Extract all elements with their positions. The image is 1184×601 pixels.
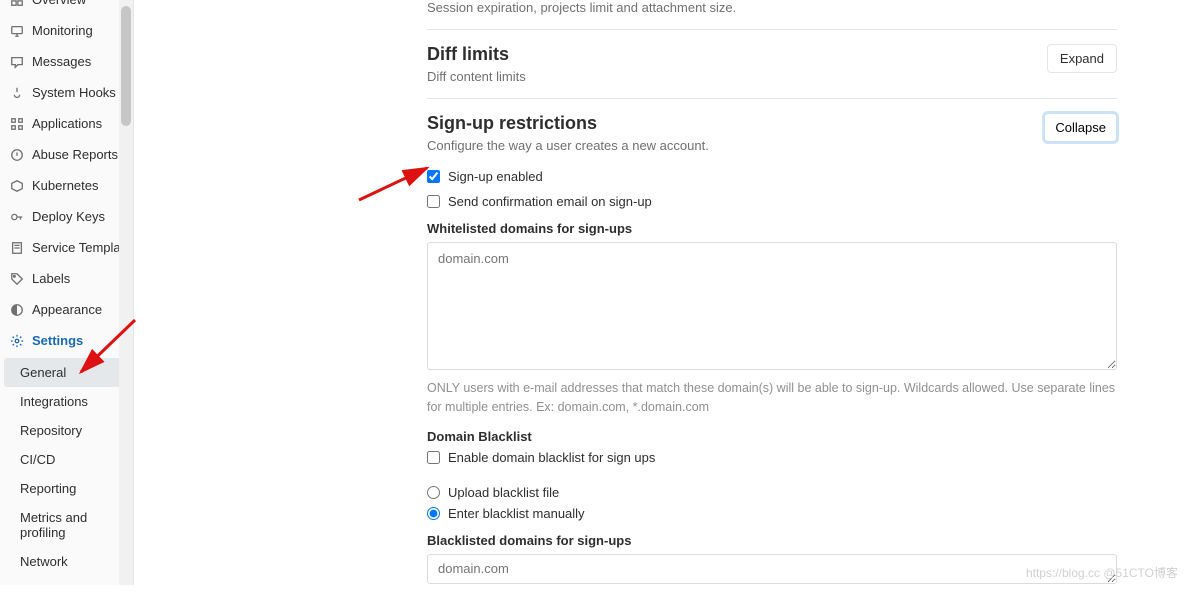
sidebar-item-label: Deploy Keys [32,209,105,224]
blacklist-enable-label: Enable domain blacklist for sign ups [448,450,655,465]
sidebar-scrollbar[interactable] [119,0,133,585]
admin-sidebar: Overview Monitoring Messages System Hook… [0,0,134,585]
whitelist-help: ONLY users with e-mail addresses that ma… [427,379,1117,417]
sidebar-item-label: Messages [32,54,91,69]
kubernetes-icon [10,179,24,193]
watermark: https://blog.cc @51CTO博客 [1026,564,1178,581]
sub-item-integrations[interactable]: Integrations [0,387,133,416]
sub-item-preferences[interactable]: Preferences [0,576,133,585]
hooks-icon [10,86,24,100]
sub-item-cicd[interactable]: CI/CD [0,445,133,474]
apps-icon [10,117,24,131]
sidebar-item-label: Applications [32,116,102,131]
sub-item-repository[interactable]: Repository [0,416,133,445]
sidebar-item-label: Abuse Reports [32,147,118,162]
signup-restrictions-section: Sign-up restrictions Configure the way a… [427,98,1117,601]
gear-icon [10,334,24,348]
sidebar-item-label: Settings [32,333,83,348]
template-icon [10,241,24,255]
signup-desc: Configure the way a user creates a new a… [427,138,1117,153]
appearance-icon [10,303,24,317]
sidebar-item-system-hooks[interactable]: System Hooks [0,77,133,108]
sidebar-item-label: Kubernetes [32,178,99,193]
confirmation-email-label: Send confirmation email on sign-up [448,194,652,209]
whitelist-label: Whitelisted domains for sign-ups [427,221,1117,236]
sidebar-item-abuse-reports[interactable]: Abuse Reports 0 [0,139,133,170]
sidebar-item-service-templates[interactable]: Service Templates [0,232,133,263]
sidebar-item-deploy-keys[interactable]: Deploy Keys [0,201,133,232]
manual-blacklist-label: Enter blacklist manually [448,506,585,521]
sidebar-item-label: Labels [32,271,70,286]
diff-limits-desc: Diff content limits [427,69,1117,84]
diff-limits-title: Diff limits [427,44,1117,65]
blacklist-label: Domain Blacklist [427,429,1117,444]
key-icon [10,210,24,224]
scroll-thumb[interactable] [121,6,131,126]
sidebar-item-settings[interactable]: Settings [0,325,133,356]
main-content: Session expiration, projects limit and a… [134,0,1184,585]
sidebar-item-label: System Hooks [32,85,116,100]
sidebar-item-monitoring[interactable]: Monitoring [0,15,133,46]
sidebar-item-kubernetes[interactable]: Kubernetes [0,170,133,201]
whitelist-textarea[interactable] [427,242,1117,370]
sidebar-item-label: Overview [32,0,86,7]
sub-item-metrics[interactable]: Metrics and profiling [0,503,133,547]
sidebar-item-applications[interactable]: Applications [0,108,133,139]
sub-item-general[interactable]: General [4,358,129,387]
manual-blacklist-radio[interactable] [427,507,440,520]
signup-enabled-checkbox[interactable] [427,170,440,183]
sub-item-network[interactable]: Network [0,547,133,576]
upload-blacklist-label: Upload blacklist file [448,485,559,500]
sidebar-item-label: Appearance [32,302,102,317]
blacklist-domains-label: Blacklisted domains for sign-ups [427,533,1117,548]
sub-item-reporting[interactable]: Reporting [0,474,133,503]
dashboard-icon [10,0,24,7]
monitor-icon [10,24,24,38]
sidebar-item-messages[interactable]: Messages [0,46,133,77]
diff-limits-section: Diff limits Diff content limits Expand [427,29,1117,98]
expand-button[interactable]: Expand [1047,44,1117,73]
settings-sublist: General Integrations Repository CI/CD Re… [0,356,133,585]
sidebar-item-labels[interactable]: Labels [0,263,133,294]
sidebar-item-appearance[interactable]: Appearance [0,294,133,325]
sidebar-item-label: Monitoring [32,23,93,38]
account-limit-desc: Session expiration, projects limit and a… [427,0,1117,15]
blacklist-textarea[interactable] [427,554,1117,584]
abuse-icon [10,148,24,162]
labels-icon [10,272,24,286]
upload-blacklist-radio[interactable] [427,486,440,499]
signup-title: Sign-up restrictions [427,113,1117,134]
confirmation-email-checkbox[interactable] [427,195,440,208]
collapse-button[interactable]: Collapse [1044,113,1117,142]
signup-enabled-label: Sign-up enabled [448,169,543,184]
sidebar-item-overview[interactable]: Overview [0,0,133,15]
message-icon [10,55,24,69]
blacklist-enable-checkbox[interactable] [427,451,440,464]
